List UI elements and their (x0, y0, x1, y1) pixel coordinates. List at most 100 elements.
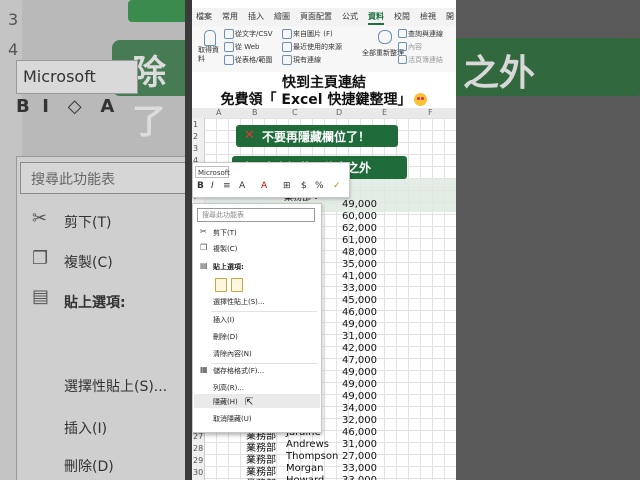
column-header[interactable]: C (292, 108, 298, 117)
cross-mark-icon: ✕ (244, 128, 255, 143)
bg-menu-cut: 剪下(T) (64, 215, 112, 231)
table-cell[interactable]: Howard (286, 475, 324, 480)
menu-item-insert[interactable]: 插入(I) (213, 315, 235, 325)
table-cell[interactable]: Andrews (286, 439, 329, 450)
bg-font-name: Microsoft (23, 67, 96, 86)
from-picture-button[interactable]: 來自圖片 (F) (293, 29, 333, 39)
column-header[interactable]: D (336, 108, 342, 117)
tab-page-layout[interactable]: 頁面配置 (300, 11, 332, 22)
existing-connections-button[interactable]: 現有連線 (293, 55, 321, 65)
align-button[interactable]: ≡ (223, 181, 231, 191)
menu-item-cut[interactable]: 剪下(T) (213, 228, 237, 238)
column-header[interactable]: A (216, 108, 221, 117)
table-cell[interactable]: 33,000 (342, 463, 377, 474)
column-header[interactable]: E (382, 108, 387, 117)
row-number[interactable]: 3 (193, 144, 198, 153)
picture-icon (282, 29, 292, 39)
font-color-button[interactable]: A (261, 181, 267, 191)
bold-button[interactable]: B (197, 181, 204, 191)
table-cell[interactable]: Thompson (286, 451, 338, 462)
paste-values-icon[interactable] (231, 278, 243, 292)
table-cell[interactable]: 45,000 (342, 295, 377, 306)
menu-item-clear[interactable]: 清除內容(N) (213, 349, 252, 359)
italic-button[interactable]: I (211, 181, 214, 191)
tab-draw[interactable]: 繪圖 (274, 11, 290, 22)
table-cell[interactable]: 49,000 (342, 319, 377, 330)
recent-sources-button[interactable]: 最近使用的來源 (293, 42, 342, 52)
column-header[interactable]: F (428, 108, 433, 117)
table-cell[interactable]: 49,000 (342, 199, 377, 210)
table-cell[interactable]: 27,000 (342, 451, 377, 462)
menu-item-row-height[interactable]: 列高(R)... (213, 383, 244, 393)
smiling-face-hearts-icon (414, 93, 428, 106)
row-number[interactable]: 2 (193, 132, 198, 141)
table-cell[interactable]: 49,000 (342, 379, 377, 390)
row-number[interactable]: 1 (193, 120, 198, 129)
tab-review[interactable]: 校閱 (394, 11, 410, 22)
table-cell[interactable]: 46,000 (342, 427, 377, 438)
table-cell[interactable]: 42,000 (342, 343, 377, 354)
menu-item-unhide[interactable]: 取消隱藏(U) (213, 414, 252, 424)
tab-formulas[interactable]: 公式 (342, 11, 358, 22)
from-web-button[interactable]: 從 Web (235, 42, 260, 52)
bg-banner-text: 之外 (463, 53, 536, 94)
tab-file[interactable]: 檔案 (196, 11, 212, 22)
menu-item-hide[interactable]: 隱藏(H) (213, 397, 238, 407)
table-cell[interactable]: 62,000 (342, 223, 377, 234)
queries-connections-button[interactable]: 查詢與連線 (408, 29, 443, 39)
format-painter-button[interactable]: ✓ (333, 181, 341, 191)
from-table-button[interactable]: 從表格/範圍 (235, 55, 272, 65)
borders-button[interactable]: ⊞ (283, 181, 291, 191)
background-left-panel: 3 4 除了 Microsoft B I ◇ A 搜尋此功能表 ✂ 剪下(T) … (0, 0, 185, 480)
currency-button[interactable]: $ (301, 181, 307, 191)
percent-button[interactable]: % (315, 181, 324, 191)
table-cell[interactable]: Morgan (286, 463, 324, 474)
table-cell[interactable]: 業務部 (246, 475, 276, 480)
table-cell[interactable]: 31,000 (342, 331, 377, 342)
scissors-icon: ✂ (200, 227, 207, 236)
menu-search-input[interactable]: 搜尋此功能表 (197, 208, 315, 222)
bg-search-box: 搜尋此功能表 (20, 162, 185, 194)
table-cell[interactable]: 41,000 (342, 271, 377, 282)
tab-home[interactable]: 常用 (222, 11, 238, 22)
menu-item-copy[interactable]: 複製(C) (213, 244, 237, 254)
properties-button[interactable]: 內容 (408, 42, 422, 52)
context-menu: 搜尋此功能表 ✂ 剪下(T) ❐ 複製(C) ▤ 貼上選項: 選擇性貼上(S).… (192, 203, 322, 433)
table-cell[interactable]: 32,000 (342, 415, 377, 426)
menu-item-format-cells[interactable]: 儲存格格式(F)... (213, 366, 264, 376)
tab-insert[interactable]: 插入 (248, 11, 264, 22)
row-number[interactable]: 29 (193, 456, 203, 465)
from-text-button[interactable]: 從文字/CSV (235, 29, 272, 39)
font-name-select[interactable]: Microsoft (195, 166, 230, 178)
fill-color-button[interactable]: A (239, 181, 245, 191)
table-cell[interactable]: 49,000 (342, 367, 377, 378)
row-number[interactable]: 27 (193, 432, 203, 441)
table-cell[interactable]: 33,000 (342, 283, 377, 294)
table-cell[interactable]: 46,000 (342, 307, 377, 318)
clipboard-icon: ▤ (200, 261, 208, 270)
table-cell[interactable]: 48,000 (342, 247, 377, 258)
table-cell[interactable]: 60,000 (342, 211, 377, 222)
table-cell[interactable]: 61,000 (342, 235, 377, 246)
menu-item-paste-special[interactable]: 選擇性貼上(S)... (213, 297, 265, 307)
tab-more[interactable]: 開 (446, 11, 454, 22)
column-header[interactable]: B (252, 108, 258, 117)
menu-item-delete[interactable]: 刪除(D) (213, 332, 238, 342)
tab-view[interactable]: 檢視 (420, 11, 436, 22)
edit-links-button[interactable]: 活頁簿連結 (408, 55, 443, 65)
paste-icon[interactable] (215, 278, 227, 292)
row-number[interactable]: 28 (193, 444, 203, 453)
clipboard-icon: ▤ (32, 286, 50, 307)
bg-search-text: 搜尋此功能表 (31, 172, 115, 188)
table-cell[interactable]: 49,000 (342, 391, 377, 402)
table-cell[interactable]: 35,000 (342, 259, 377, 270)
table-cell[interactable]: 31,000 (342, 439, 377, 450)
table-cell[interactable]: 47,000 (342, 355, 377, 366)
get-data-button[interactable]: 取得資 料 (198, 46, 219, 64)
ribbon-tabs: 檔案 常用 插入 繪圖 頁面配置 公式 資料 校閱 檢視 開 (192, 8, 456, 26)
table-cell[interactable]: 33,000 (342, 475, 377, 480)
table-cell[interactable]: 34,000 (342, 403, 377, 414)
tab-data[interactable]: 資料 (368, 11, 384, 25)
row-number[interactable]: 30 (193, 468, 203, 477)
links-icon (398, 55, 407, 64)
